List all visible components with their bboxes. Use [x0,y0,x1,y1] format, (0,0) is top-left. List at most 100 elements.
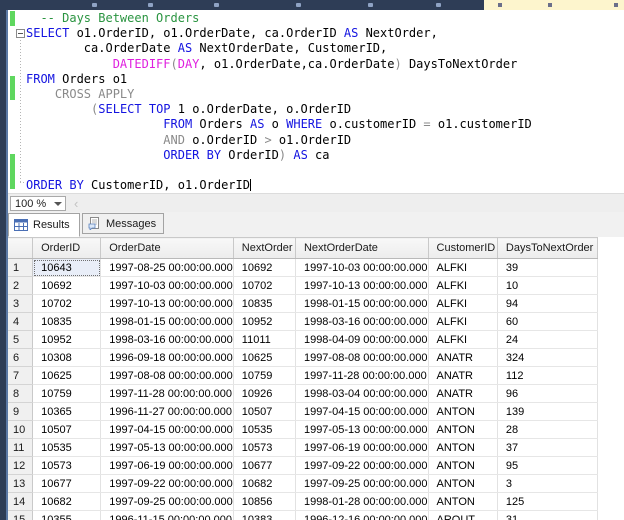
grid-cell[interactable]: 1997-10-03 00:00:00.000 [295,259,428,277]
row-number[interactable]: 12 [8,457,33,475]
grid-cell[interactable]: 1996-12-16 00:00:00.000 [295,511,428,520]
grid-cell[interactable]: 1997-09-22 00:00:00.000 [295,457,428,475]
grid-cell[interactable]: 1997-05-13 00:00:00.000 [101,439,234,457]
grid-cell[interactable]: ALFKI [428,331,497,349]
editor-h-scrollbar[interactable]: ‹ [70,196,622,211]
grid-cell[interactable]: 324 [497,349,597,367]
grid-cell[interactable]: 94 [497,295,597,313]
grid-cell[interactable]: 1997-11-28 00:00:00.000 [101,385,234,403]
grid-cell[interactable]: 112 [497,367,597,385]
grid-cell[interactable]: 24 [497,331,597,349]
grid-cell[interactable]: 10702 [33,295,101,313]
grid-cell[interactable]: ANTON [428,403,497,421]
grid-cell[interactable]: AROUT [428,511,497,520]
grid-cell[interactable]: 10759 [233,367,295,385]
grid-cell[interactable]: 1997-09-22 00:00:00.000 [101,475,234,493]
column-header-nextorderdate[interactable]: NextOrderDate [295,238,428,259]
row-number[interactable]: 6 [8,349,33,367]
grid-cell[interactable]: ANATR [428,385,497,403]
grid-cell[interactable]: ANTON [428,457,497,475]
grid-cell[interactable]: 39 [497,259,597,277]
grid-cell[interactable]: 10365 [33,403,101,421]
grid-cell[interactable]: 1997-04-15 00:00:00.000 [101,421,234,439]
grid-cell[interactable]: ALFKI [428,295,497,313]
grid-cell[interactable]: 1997-08-25 00:00:00.000 [101,259,234,277]
row-number[interactable]: 4 [8,313,33,331]
scroll-left-icon[interactable]: ‹ [74,196,78,211]
grid-cell[interactable]: 10835 [33,313,101,331]
grid-cell[interactable]: 10 [497,277,597,295]
grid-cell[interactable]: 1997-08-08 00:00:00.000 [101,367,234,385]
row-number[interactable]: 10 [8,421,33,439]
row-number[interactable]: 2 [8,277,33,295]
row-number[interactable]: 11 [8,439,33,457]
grid-cell[interactable]: 1997-06-19 00:00:00.000 [295,439,428,457]
select-all-corner[interactable] [8,238,33,259]
grid-cell[interactable]: 10677 [33,475,101,493]
grid-cell[interactable]: ALFKI [428,277,497,295]
grid-cell[interactable]: 10535 [33,439,101,457]
row-number[interactable]: 14 [8,493,33,511]
column-header-customerid[interactable]: CustomerID [428,238,497,259]
grid-cell[interactable]: ALFKI [428,259,497,277]
grid-cell[interactable]: 1996-11-27 00:00:00.000 [101,403,234,421]
grid-cell[interactable]: ANTON [428,421,497,439]
grid-cell[interactable]: 10692 [233,259,295,277]
grid-cell[interactable]: 95 [497,457,597,475]
row-number[interactable]: 13 [8,475,33,493]
grid-cell[interactable]: 1997-11-28 00:00:00.000 [295,367,428,385]
grid-cell[interactable]: ANTON [428,493,497,511]
grid-cell[interactable]: 11011 [233,331,295,349]
grid-cell[interactable]: 3 [497,475,597,493]
grid-cell[interactable]: 1998-03-16 00:00:00.000 [295,313,428,331]
grid-cell[interactable]: 60 [497,313,597,331]
grid-cell[interactable]: 10308 [33,349,101,367]
grid-cell[interactable]: 10682 [33,493,101,511]
grid-cell[interactable]: ALFKI [428,313,497,331]
grid-cell[interactable]: 1998-01-15 00:00:00.000 [295,295,428,313]
grid-cell[interactable]: 96 [497,385,597,403]
grid-cell[interactable]: 1998-01-15 00:00:00.000 [101,313,234,331]
grid-cell[interactable]: 10625 [233,349,295,367]
row-number[interactable]: 3 [8,295,33,313]
grid-cell[interactable]: 1997-10-03 00:00:00.000 [101,277,234,295]
row-number[interactable]: 7 [8,367,33,385]
grid-cell-selected[interactable]: 10643 [33,259,101,277]
grid-cell[interactable]: 125 [497,493,597,511]
grid-cell[interactable]: 1997-09-25 00:00:00.000 [101,493,234,511]
grid-cell[interactable]: 1997-08-08 00:00:00.000 [295,349,428,367]
column-header-orderdate[interactable]: OrderDate [101,238,234,259]
grid-cell[interactable]: 10677 [233,457,295,475]
grid-cell[interactable]: 28 [497,421,597,439]
tab-messages[interactable]: Messages [82,213,164,234]
grid-cell[interactable]: 31 [497,511,597,520]
grid-cell[interactable]: 10952 [33,331,101,349]
grid-cell[interactable]: 1998-04-09 00:00:00.000 [295,331,428,349]
grid-cell[interactable]: 10383 [233,511,295,520]
row-number[interactable]: 9 [8,403,33,421]
grid-cell[interactable]: 1996-11-15 00:00:00.000 [101,511,234,520]
grid-cell[interactable]: 1998-03-04 00:00:00.000 [295,385,428,403]
grid-cell[interactable]: 1997-04-15 00:00:00.000 [295,403,428,421]
grid-cell[interactable]: 10759 [33,385,101,403]
grid-cell[interactable]: 10702 [233,277,295,295]
grid-cell[interactable]: 10573 [233,439,295,457]
code-area[interactable]: -- Days Between OrdersSELECT o1.OrderID,… [26,11,624,193]
row-number[interactable]: 8 [8,385,33,403]
grid-cell[interactable]: 10507 [233,403,295,421]
grid-cell[interactable]: 1998-03-16 00:00:00.000 [101,331,234,349]
grid-cell[interactable]: 1997-06-19 00:00:00.000 [101,457,234,475]
grid-cell[interactable]: 10692 [33,277,101,295]
grid-cell[interactable]: 1997-05-13 00:00:00.000 [295,421,428,439]
grid-cell[interactable]: 1997-09-25 00:00:00.000 [295,475,428,493]
grid-cell[interactable]: ANATR [428,367,497,385]
row-number[interactable]: 5 [8,331,33,349]
grid-cell[interactable]: 10835 [233,295,295,313]
row-number[interactable]: 15 [8,511,33,520]
grid-cell[interactable]: 10535 [233,421,295,439]
grid-cell[interactable]: 10856 [233,493,295,511]
grid-cell[interactable]: 10625 [33,367,101,385]
grid-cell[interactable]: 139 [497,403,597,421]
grid-cell[interactable]: 10952 [233,313,295,331]
grid-cell[interactable]: ANTON [428,475,497,493]
